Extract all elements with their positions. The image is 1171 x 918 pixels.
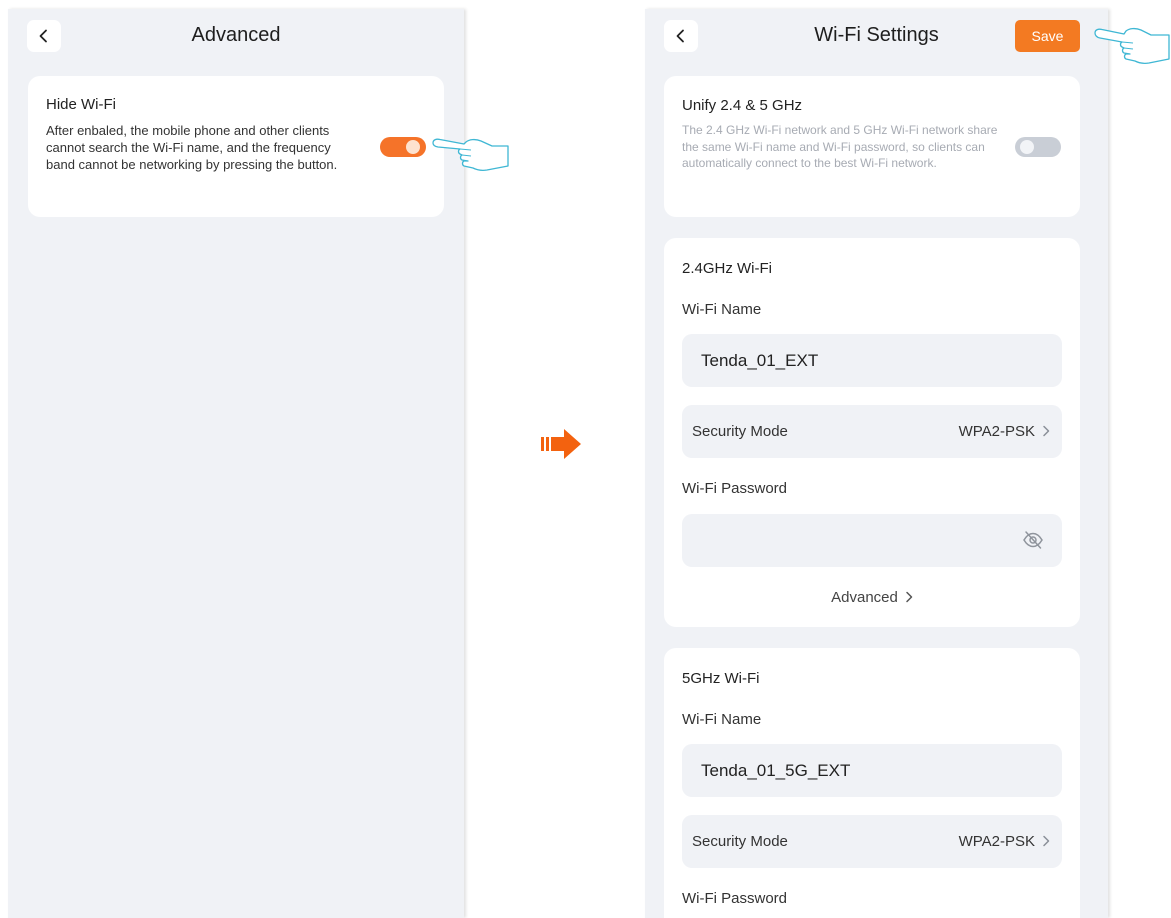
- arrow-right-icon: [541, 429, 581, 459]
- security-mode-value: WPA2-PSK: [958, 423, 1035, 440]
- page-title: Advanced: [191, 24, 281, 46]
- security-mode-label: Security Mode: [692, 423, 788, 440]
- security-mode-value: WPA2-PSK: [958, 833, 1035, 850]
- wifi-name-value: Tenda_01_5G_EXT: [701, 761, 851, 780]
- eye-off-icon[interactable]: [1022, 530, 1044, 550]
- advanced-label: Advanced: [831, 589, 898, 606]
- hide-wifi-card: Hide Wi-Fi After enbaled, the mobile pho…: [28, 76, 444, 217]
- chevron-right-icon: [906, 591, 913, 603]
- unify-card: Unify 2.4 & 5 GHz The 2.4 GHz Wi-Fi netw…: [664, 76, 1080, 217]
- wifi-settings-screen: Wi-Fi Settings Save Unify 2.4 & 5 GHz Th…: [645, 9, 1108, 918]
- hide-wifi-label: Hide Wi-Fi: [46, 96, 116, 113]
- hand-pointer-icon: [1094, 27, 1170, 65]
- unify-label: Unify 2.4 & 5 GHz: [682, 97, 803, 114]
- chevron-right-icon: [1043, 835, 1050, 847]
- chevron-right-icon: [1043, 425, 1050, 437]
- band-24-title: 2.4GHz Wi-Fi: [682, 260, 772, 277]
- band-5-card: 5GHz Wi-Fi Wi-Fi Name Tenda_01_5G_EXT Se…: [664, 648, 1080, 918]
- advanced-screen: Advanced Hide Wi-Fi After enbaled, the m…: [8, 9, 464, 918]
- band-5-title: 5GHz Wi-Fi: [682, 670, 760, 687]
- wifi-password-label: Wi-Fi Password: [682, 480, 788, 497]
- unify-description: The 2.4 GHz Wi-Fi network and 5 GHz Wi-F…: [682, 123, 998, 170]
- header: Wi-Fi Settings Save: [645, 9, 1108, 65]
- hide-wifi-toggle[interactable]: [380, 137, 426, 157]
- band-24-card: 2.4GHz Wi-Fi Wi-Fi Name Tenda_01_EXT Sec…: [664, 238, 1080, 627]
- wifi-name-value: Tenda_01_EXT: [701, 351, 819, 370]
- unify-toggle[interactable]: [1015, 137, 1061, 157]
- wifi-name-input[interactable]: Tenda_01_5G_EXT: [682, 744, 1062, 797]
- hand-pointer-icon: [432, 138, 509, 172]
- wifi-password-input[interactable]: [682, 514, 1062, 567]
- toggle-knob: [1020, 140, 1034, 154]
- save-button[interactable]: Save: [1015, 20, 1080, 52]
- security-mode-select[interactable]: Security Mode WPA2-PSK: [682, 405, 1062, 458]
- advanced-link[interactable]: Advanced: [664, 589, 1080, 606]
- wifi-name-input[interactable]: Tenda_01_EXT: [682, 334, 1062, 387]
- security-mode-label: Security Mode: [692, 833, 788, 850]
- hide-wifi-description: After enbaled, the mobile phone and othe…: [46, 123, 338, 172]
- toggle-knob: [406, 140, 420, 154]
- wifi-name-label: Wi-Fi Name: [682, 711, 762, 728]
- security-mode-select[interactable]: Security Mode WPA2-PSK: [682, 815, 1062, 868]
- wifi-name-label: Wi-Fi Name: [682, 301, 762, 318]
- header: Advanced: [8, 9, 464, 65]
- wifi-password-label: Wi-Fi Password: [682, 890, 788, 907]
